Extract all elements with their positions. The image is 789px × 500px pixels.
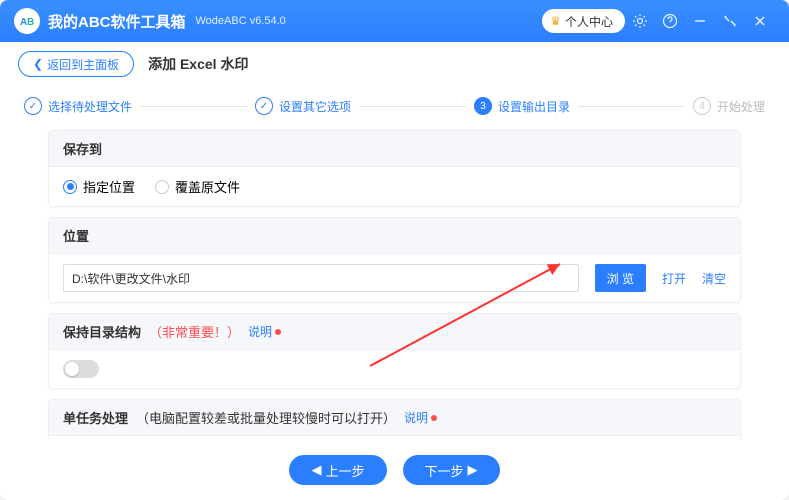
save-to-title: 保存到 (49, 131, 740, 167)
app-window: AB 我的ABC软件工具箱 WodeABC v6.54.0 ♛ 个人中心 ❮ 返… (0, 0, 789, 500)
dot-icon (275, 329, 281, 335)
page-title: 添加 Excel 水印 (148, 54, 248, 74)
next-button[interactable]: 下一步 ▶ (403, 455, 500, 485)
step-1[interactable]: 选择待处理文件 (24, 97, 132, 115)
keep-structure-section: 保持目录结构 （非常重要！） 说明 (48, 313, 741, 389)
check-icon (255, 97, 273, 115)
dot-icon (431, 415, 437, 421)
radio-icon (63, 180, 77, 194)
minimize-icon[interactable] (685, 6, 715, 36)
svg-text:B: B (27, 17, 34, 28)
app-title: 我的ABC软件工具箱 (48, 11, 186, 32)
location-section: 位置 浏 览 打开 清空 (48, 217, 741, 303)
browse-button[interactable]: 浏 览 (595, 264, 646, 292)
crown-icon: ♛ (550, 14, 561, 28)
help-icon[interactable] (655, 6, 685, 36)
user-center-label: 个人中心 (565, 13, 613, 30)
next-label: 下一步 (425, 461, 464, 480)
step-2[interactable]: 设置其它选项 (255, 97, 351, 115)
single-task-title: 单任务处理 (63, 408, 128, 427)
prev-label: 上一步 (325, 461, 364, 480)
keep-structure-title: 保持目录结构 (63, 322, 141, 341)
keep-structure-toggle[interactable] (63, 360, 99, 378)
app-version: WodeABC v6.54.0 (196, 15, 286, 27)
step-2-label: 设置其它选项 (279, 98, 351, 115)
close-icon[interactable] (745, 6, 775, 36)
radio-icon (155, 180, 169, 194)
single-task-section: 单任务处理 （电脑配置较差或批量处理较慢时可以打开） 说明 (48, 399, 741, 440)
open-folder-link[interactable]: 打开 (662, 270, 686, 287)
radio-label: 覆盖原文件 (175, 177, 240, 196)
keep-structure-help-link[interactable]: 说明 (248, 323, 281, 340)
step-1-label: 选择待处理文件 (48, 98, 132, 115)
step-3-label: 设置输出目录 (498, 98, 570, 115)
chevron-left-icon: ❮ (33, 57, 43, 71)
step-4-circle: 4 (693, 97, 711, 115)
single-task-note: （电脑配置较差或批量处理较慢时可以打开） (136, 408, 396, 427)
location-title: 位置 (49, 218, 740, 254)
app-logo: AB (14, 8, 40, 34)
user-center-button[interactable]: ♛ 个人中心 (542, 9, 625, 33)
prev-button[interactable]: ◀ 上一步 (289, 455, 386, 485)
radio-overwrite-original[interactable]: 覆盖原文件 (155, 177, 240, 196)
footer: ◀ 上一步 下一步 ▶ (0, 440, 789, 500)
output-path-input[interactable] (63, 264, 579, 292)
save-to-radio-group: 指定位置 覆盖原文件 (63, 177, 240, 196)
radio-label: 指定位置 (83, 177, 135, 196)
back-button[interactable]: ❮ 返回到主面板 (18, 51, 134, 77)
step-indicator: 选择待处理文件 设置其它选项 3 设置输出目录 4 开始处理 (0, 86, 789, 126)
maximize-icon[interactable] (715, 6, 745, 36)
circle-left-icon: ◀ (311, 462, 321, 478)
check-icon (24, 97, 42, 115)
circle-right-icon: ▶ (468, 462, 478, 478)
step-4: 4 开始处理 (693, 97, 765, 115)
back-label: 返回到主面板 (47, 56, 119, 73)
clear-path-link[interactable]: 清空 (702, 270, 726, 287)
step-4-label: 开始处理 (717, 98, 765, 115)
step-3[interactable]: 3 设置输出目录 (474, 97, 570, 115)
step-3-circle: 3 (474, 97, 492, 115)
content-area: 保存到 指定位置 覆盖原文件 位置 浏 览 打开 (0, 126, 789, 440)
single-task-help-link[interactable]: 说明 (404, 409, 437, 426)
settings-icon[interactable] (625, 6, 655, 36)
save-to-section: 保存到 指定位置 覆盖原文件 (48, 130, 741, 207)
titlebar: AB 我的ABC软件工具箱 WodeABC v6.54.0 ♛ 个人中心 (0, 0, 789, 42)
subheader: ❮ 返回到主面板 添加 Excel 水印 (0, 42, 789, 86)
important-label: （非常重要！） (149, 322, 240, 341)
radio-specified-location[interactable]: 指定位置 (63, 177, 135, 196)
